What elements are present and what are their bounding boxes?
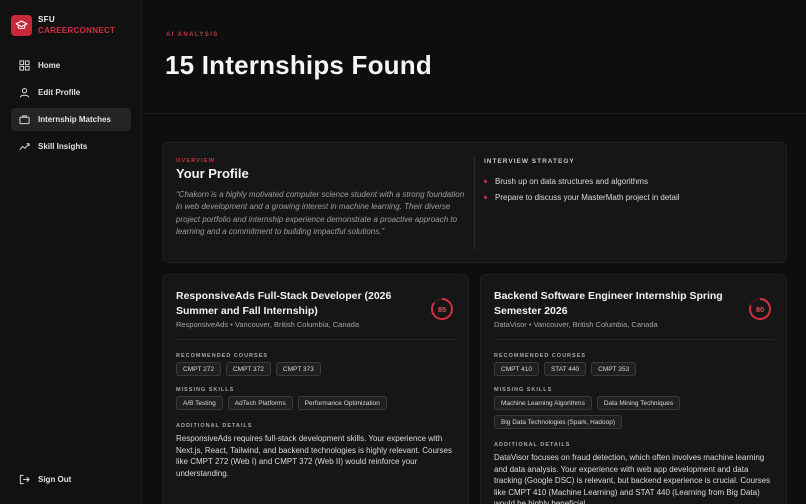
missing-skills-label: MISSING SKILLS [494, 387, 553, 393]
profile-overview-card: OVERVIEW Your Profile “Chakorn is a high… [162, 142, 787, 263]
trend-icon [19, 141, 30, 152]
match-score-badge: 80 [748, 297, 772, 321]
brand[interactable]: SFU CAREERCONNECT [11, 14, 115, 36]
course-chip[interactable]: CMPT 410 [494, 362, 539, 376]
internship-title: ResponsiveAds Full-Stack Developer (2026… [176, 290, 392, 317]
course-chip[interactable]: CMPT 372 [225, 362, 271, 376]
briefcase-icon [19, 114, 30, 125]
sidebar-item-internship-matches[interactable]: Internship Matches [11, 108, 131, 131]
main-content: AI ANALYSIS 15 Internships Found OVERVIE… [143, 0, 806, 504]
sidebar-item-skill-insights[interactable]: Skill Insights [11, 135, 131, 158]
profile-summary: “Chakorn is a highly motivated computer … [176, 190, 465, 236]
sidebar-item-label: Edit Profile [38, 88, 81, 97]
bullet-icon [484, 195, 487, 199]
graduation-cap-icon [11, 14, 32, 36]
sign-out-icon [19, 474, 30, 485]
internship-card[interactable]: Backend Software Engineer Internship Spr… [480, 274, 787, 504]
additional-details-label: ADDITIONAL DETAILS [494, 442, 571, 448]
sign-out-label: Sign Out [38, 475, 72, 484]
match-score: 85 [437, 304, 447, 314]
missing-skills-label: MISSING SKILLS [176, 387, 235, 393]
sidebar-item-home[interactable]: Home [11, 54, 131, 77]
recommended-courses-label: RECOMMENDED COURSES [176, 353, 269, 359]
internship-title: Backend Software Engineer Internship Spr… [494, 290, 723, 317]
course-chip[interactable]: CMPT 373 [275, 362, 321, 376]
divider [474, 156, 475, 250]
skill-chips: A/B Testing AdTech Platforms Performance… [176, 396, 461, 415]
internship-company: ResponsiveAds • Vancouver, British Colum… [176, 320, 359, 329]
match-score-badge: 85 [430, 297, 454, 321]
course-chips: CMPT 272 CMPT 372 CMPT 373 [176, 362, 461, 381]
user-icon [19, 87, 30, 98]
skill-chip[interactable]: Big Data Technologies (Spark, Hadoop) [494, 415, 623, 429]
skill-chip[interactable]: Machine Learning Algorithms [494, 396, 592, 410]
recommended-courses-label: RECOMMENDED COURSES [494, 353, 587, 359]
interview-strategy: INTERVIEW STRATEGY Brush up on data stru… [484, 158, 774, 205]
skill-chips: Machine Learning Algorithms Data Mining … [494, 396, 779, 434]
page-eyebrow: AI ANALYSIS [166, 32, 219, 38]
course-chip[interactable]: CMPT 353 [591, 362, 637, 376]
course-chip[interactable]: STAT 440 [543, 362, 587, 376]
additional-details-label: ADDITIONAL DETAILS [176, 423, 253, 429]
match-score: 80 [755, 304, 765, 314]
skill-chip[interactable]: Data Mining Techniques [596, 396, 681, 410]
strategy-item: Prepare to discuss your MasterMath proje… [484, 189, 774, 205]
course-chip[interactable]: CMPT 272 [176, 362, 221, 376]
skill-chip[interactable]: Performance Optimization [297, 396, 387, 410]
sidebar-item-label: Home [38, 61, 61, 70]
brand-name: SFU [38, 15, 55, 24]
skill-chip[interactable]: AdTech Platforms [227, 396, 293, 410]
divider [494, 339, 774, 340]
additional-details: ResponsiveAds requires full-stack develo… [176, 434, 452, 478]
strategy-item: Brush up on data structures and algorith… [484, 173, 774, 189]
divider [176, 339, 456, 340]
bullet-icon [484, 179, 487, 183]
sidebar-item-edit-profile[interactable]: Edit Profile [11, 81, 131, 104]
overview-title: Your Profile [176, 166, 249, 181]
internship-card[interactable]: ResponsiveAds Full-Stack Developer (2026… [162, 274, 469, 504]
sidebar-item-label: Skill Insights [38, 142, 88, 151]
brand-subname: CAREERCONNECT [38, 26, 116, 35]
sign-out-button[interactable]: Sign Out [11, 468, 131, 491]
sidebar-item-label: Internship Matches [38, 115, 111, 124]
grid-icon [19, 60, 30, 71]
interview-strategy-title: INTERVIEW STRATEGY [484, 158, 575, 165]
page-header: AI ANALYSIS 15 Internships Found [143, 0, 806, 114]
course-chips: CMPT 410 STAT 440 CMPT 353 [494, 362, 779, 381]
skill-chip[interactable]: A/B Testing [176, 396, 223, 410]
page-title: 15 Internships Found [165, 50, 432, 80]
sidebar-nav: Home Edit Profile Internship Matches Ski… [11, 54, 131, 162]
internship-company: DataVisor • Vancouver, British Columbia,… [494, 320, 658, 329]
additional-details: DataVisor focuses on fraud detection, wh… [494, 453, 771, 504]
overview-eyebrow: OVERVIEW [176, 158, 216, 164]
sidebar: SFU CAREERCONNECT Home Edit Profile Inte… [0, 0, 142, 504]
